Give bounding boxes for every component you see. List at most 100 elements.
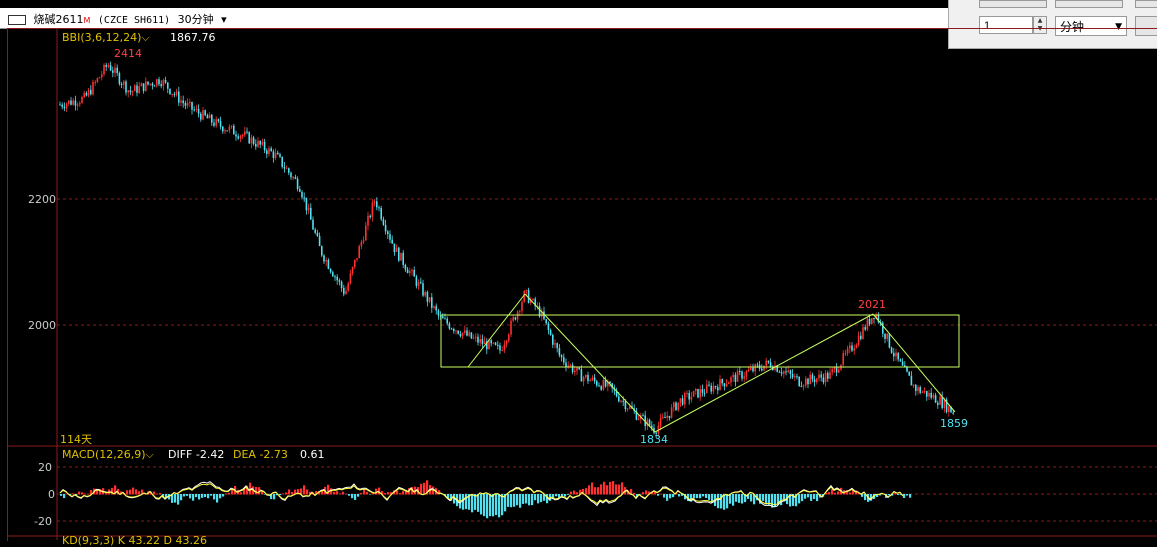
days-count-label: 114天 bbox=[60, 433, 92, 446]
candle-body bbox=[560, 355, 563, 358]
candle-body bbox=[160, 84, 162, 87]
candle-body bbox=[547, 323, 550, 331]
candle-body bbox=[684, 393, 686, 405]
candle-body bbox=[263, 141, 266, 151]
candle-body bbox=[186, 102, 189, 106]
candle-body bbox=[424, 292, 426, 296]
candle-body bbox=[508, 334, 510, 341]
candle-body bbox=[805, 378, 807, 386]
candle-body bbox=[142, 83, 145, 91]
candle-body bbox=[844, 353, 847, 355]
macd-bar bbox=[471, 494, 474, 513]
candle-body bbox=[202, 110, 204, 120]
macd-bar bbox=[225, 493, 228, 495]
candle-body bbox=[197, 108, 200, 114]
candle-body bbox=[602, 380, 605, 390]
candle-body bbox=[406, 269, 409, 274]
candle-body bbox=[677, 402, 679, 411]
candle-body bbox=[897, 352, 899, 360]
grid-lines bbox=[7, 28, 1157, 540]
candle-body bbox=[741, 371, 743, 379]
trend-line bbox=[872, 313, 956, 413]
macd-bar bbox=[576, 492, 579, 495]
kd-indicator-label[interactable]: KD(9,3,3) K 43.22 D 43.26 bbox=[62, 534, 207, 547]
bbi-indicator-label[interactable]: BBI(3,6,12,24)⌵ bbox=[62, 31, 150, 45]
candle-body bbox=[68, 100, 70, 104]
candle-body bbox=[431, 297, 433, 308]
diff-value: -2.42 bbox=[195, 448, 225, 461]
macd-y-tick-20: 20 bbox=[38, 461, 52, 474]
macd-bar bbox=[699, 494, 702, 499]
candle-body bbox=[862, 327, 864, 340]
candle-body bbox=[391, 239, 393, 244]
candle-body bbox=[739, 370, 741, 372]
macd-bar bbox=[816, 494, 819, 502]
macd-bar bbox=[159, 493, 162, 495]
candle-body bbox=[470, 332, 473, 339]
candle-body bbox=[943, 399, 946, 408]
macd-indicator-label[interactable]: MACD(12,26,9)⌵ bbox=[62, 448, 154, 462]
candle-body bbox=[70, 100, 72, 105]
candle-body bbox=[565, 362, 567, 367]
candle-body bbox=[290, 172, 292, 178]
candle-body bbox=[118, 72, 121, 84]
macd-bar bbox=[213, 494, 216, 500]
candle-body bbox=[136, 85, 138, 93]
macd-bar bbox=[531, 494, 534, 506]
candle-body bbox=[87, 89, 90, 96]
macd-bar bbox=[603, 481, 606, 495]
macd-bar bbox=[642, 492, 645, 495]
candle-body bbox=[101, 74, 103, 78]
candle-body bbox=[695, 389, 697, 391]
macd-bar bbox=[735, 494, 738, 502]
candle-body bbox=[105, 64, 107, 67]
candle-body bbox=[76, 104, 79, 106]
candle-body bbox=[81, 97, 83, 104]
candle-body bbox=[851, 345, 853, 351]
candle-body bbox=[266, 150, 268, 154]
candle-body bbox=[552, 334, 554, 345]
candle-body bbox=[272, 151, 275, 158]
macd-bar bbox=[903, 494, 906, 499]
macd-bar bbox=[219, 494, 222, 499]
candle-body bbox=[195, 108, 198, 110]
macd-bar bbox=[663, 494, 666, 498]
y-tick-2000: 2000 bbox=[28, 319, 56, 332]
macd-bar bbox=[282, 493, 285, 495]
macd-bar bbox=[525, 494, 528, 504]
candle-body bbox=[125, 81, 127, 93]
candle-body bbox=[822, 377, 825, 383]
candle-body bbox=[789, 370, 792, 374]
candle-body bbox=[464, 330, 466, 333]
candle-body bbox=[778, 371, 781, 373]
macd-bar bbox=[657, 494, 660, 496]
candle-body bbox=[679, 398, 682, 403]
macd-bar bbox=[204, 494, 207, 498]
candle-body bbox=[332, 272, 334, 277]
candle-body bbox=[376, 201, 378, 208]
candle-body bbox=[941, 396, 943, 408]
macd-bar bbox=[180, 494, 183, 501]
macd-bar bbox=[78, 491, 81, 495]
candle-body bbox=[380, 208, 382, 220]
candle-body bbox=[857, 335, 860, 345]
candle-body bbox=[765, 360, 767, 366]
macd-bar bbox=[174, 494, 177, 503]
macd-bar bbox=[645, 490, 648, 495]
candle-body bbox=[706, 384, 708, 393]
candle-body bbox=[226, 130, 228, 132]
candle-body bbox=[74, 100, 77, 106]
candle-body bbox=[842, 353, 844, 365]
candle-body bbox=[109, 65, 112, 71]
candle-body bbox=[167, 82, 169, 89]
candle-body bbox=[554, 343, 556, 345]
candle-body bbox=[919, 387, 921, 393]
macd-bar bbox=[612, 481, 615, 495]
candle-body bbox=[818, 374, 820, 379]
candle-body bbox=[767, 360, 770, 363]
candle-body bbox=[235, 134, 237, 137]
candle-body bbox=[545, 319, 547, 324]
candle-body bbox=[939, 396, 941, 405]
candle-body bbox=[761, 368, 763, 371]
macd-bar bbox=[633, 492, 636, 495]
